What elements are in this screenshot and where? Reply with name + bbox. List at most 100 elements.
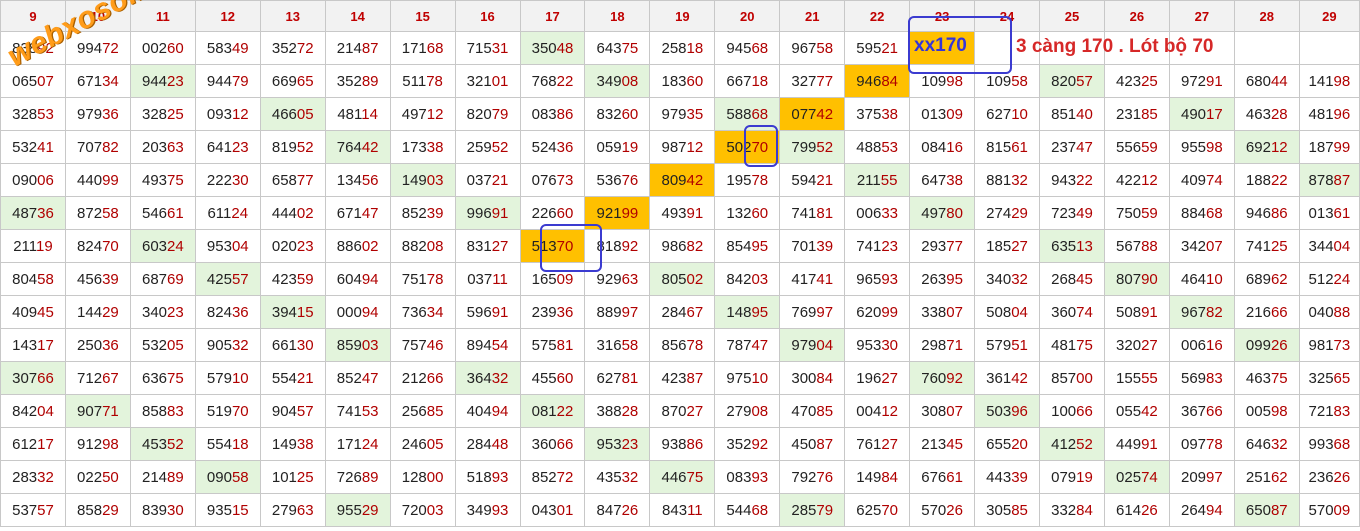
cell-prefix: 340 [141,303,168,321]
cell-prefix: 305 [986,501,1012,519]
column-header: 22 [844,0,911,32]
cell-last-two: 49 [231,39,249,57]
table-cell: 79952 [779,130,846,164]
table-cell: 44675 [649,460,716,494]
cell-prefix: 488 [856,138,882,156]
table-cell: 30807 [909,394,976,428]
cell-last-two: 91 [686,204,704,222]
cell-prefix: 715 [466,39,492,57]
table-cell: 18799 [1298,130,1360,164]
table-cell: 74181 [779,196,846,230]
table-row: 84204 90771 85883 51970 90457 74153 25685 40494… [0,394,1360,428]
cell-prefix: 493 [661,204,687,222]
table-cell: 88468 [1168,196,1235,230]
table-cell: 49017 [1168,97,1235,131]
table-cell: 14984 [844,460,911,494]
cell-last-two: 28 [1270,105,1288,123]
cell-last-two: 59 [1141,204,1158,222]
cell-prefix: 284 [466,435,492,453]
cell-last-two: 47 [361,369,379,387]
cell-last-two: 88 [1333,303,1351,321]
cell-last-two: 24 [167,237,184,255]
cell-prefix: 953 [856,336,882,354]
cell-last-two: 89 [167,468,184,486]
cell-prefix: 211 [13,237,37,255]
table-cell: 30084 [779,361,846,395]
table-cell: 98712 [649,130,716,164]
table-row: 06507 67134 94423 94479 66965 35289 51178 32101… [0,64,1360,98]
table-cell: 50270 [714,130,781,164]
table-cell: 08386 [519,97,586,131]
cell-last-two: 63 [167,138,184,156]
table-cell: 45087 [779,427,846,461]
column-header: 19 [649,0,716,32]
table-cell: 67147 [324,196,391,230]
cell-last-two: 99 [102,171,119,189]
cell-prefix: 805 [661,270,687,288]
cell-last-two: 26 [1270,336,1288,354]
cell-last-two: 96 [1333,105,1351,123]
cell-prefix: 858 [77,501,103,519]
table-cell: 45639 [64,262,131,296]
cell-last-two: 03 [426,501,444,519]
cell-last-two: 25 [1270,237,1288,255]
cell-last-two: 19 [621,138,639,156]
cell-last-two: 51 [1011,336,1028,354]
table-cell: 46605 [259,97,326,131]
cell-last-two: 24 [361,435,379,453]
table-cell: 27908 [714,394,781,428]
cell-prefix: 020 [271,237,297,255]
cell-prefix: 065 [12,72,38,90]
cell-last-two: 12 [881,402,899,420]
cell-prefix: 612 [12,435,38,453]
cell-prefix: 090 [206,468,232,486]
cell-prefix: 750 [1116,204,1142,222]
cell-last-two: 12 [1141,171,1158,189]
cell-last-two: 61 [946,468,963,486]
table-cell: 07673 [519,163,586,197]
cell-prefix: 263 [921,270,947,288]
cell-prefix: 807 [1116,270,1142,288]
cell-last-two: 81 [816,204,834,222]
table-cell: 51224 [1298,262,1360,296]
table-cell: 53757 [0,493,66,527]
table-cell: 55418 [194,427,261,461]
cell-prefix: 109 [986,72,1012,90]
table-row: 48736 87258 54661 61124 44402 67147 85239 99691… [0,196,1360,230]
cell-prefix: 761 [856,435,882,453]
cell-prefix: 502 [726,138,752,156]
cell-last-two: 36 [37,204,54,222]
cell-prefix: 946 [1245,204,1271,222]
column-header: 27 [1168,0,1235,32]
cell-prefix: 449 [1116,435,1142,453]
cell-last-two: 07 [946,402,963,420]
cell-last-two: 12 [231,105,249,123]
table-cell: 71531 [454,31,521,65]
table-cell: 19578 [714,163,781,197]
table-cell: 70139 [779,229,846,263]
cell-prefix: 979 [661,105,687,123]
cell-last-two: 68 [1333,435,1351,453]
table-cell: 25162 [1233,460,1300,494]
table-cell: 57951 [974,328,1040,362]
cell-last-two: 17 [37,435,54,453]
cell-last-two: 84 [881,468,899,486]
cell-last-two: 20 [1011,435,1028,453]
cell-prefix: 692 [1245,138,1271,156]
cell-prefix: 643 [596,39,622,57]
cell-last-two: 94 [491,402,509,420]
cell-prefix: 325 [1308,369,1334,387]
cell-prefix: 423 [1116,72,1142,90]
cell-prefix: 726 [336,468,362,486]
cell-last-two: 66 [37,369,54,387]
cell-last-two: 57 [1076,72,1093,90]
table-cell: 19627 [844,361,911,395]
cell-prefix: 929 [596,270,622,288]
table-cell: 85829 [64,493,131,527]
cell-prefix: 567 [1116,237,1142,255]
cell-prefix: 741 [1245,237,1271,255]
cell-last-two: 04 [1333,237,1351,255]
cell-prefix: 921 [596,204,622,222]
table-cell: 18822 [1233,163,1300,197]
cell-last-two: 68 [751,501,769,519]
